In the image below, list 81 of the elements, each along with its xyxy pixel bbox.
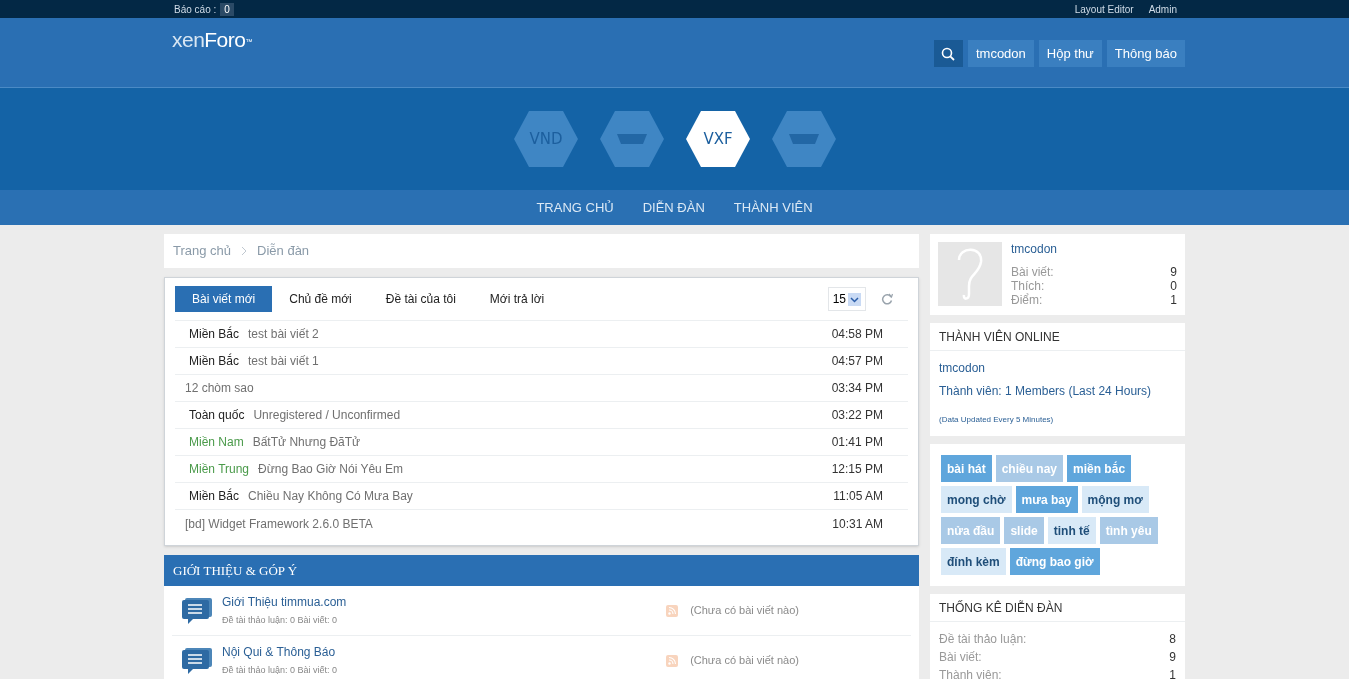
thread-title[interactable]: test bài viết 2 — [248, 325, 319, 343]
post-time: 01:41 PM — [831, 434, 883, 451]
search-button[interactable] — [933, 40, 963, 67]
breadcrumb-link[interactable]: Trang chủ — [173, 241, 232, 261]
nav-link[interactable]: THÀNH VIÊN — [733, 197, 813, 218]
post-time: 04:57 PM — [831, 353, 883, 370]
stat-value: 0 — [1170, 279, 1177, 293]
limit-select[interactable]: 15 — [827, 287, 866, 311]
tab[interactable]: Bài viết mới — [175, 286, 273, 312]
thread-prefix[interactable]: Miền Trung — [189, 460, 250, 478]
header-button[interactable]: Thông báo — [1106, 40, 1185, 67]
thread-prefix[interactable]: Toàn quốc — [189, 406, 245, 424]
nav-link[interactable]: TRANG CHỦ — [536, 197, 614, 218]
username-link[interactable]: tmcodon — [1011, 240, 1177, 258]
stat-label: Điểm: — [1011, 293, 1043, 307]
category-title[interactable]: GIỚI THIỆU & GÓP Ý — [164, 555, 919, 586]
last-post-text: (Chưa có bài viết nào) — [690, 603, 799, 619]
thread-title[interactable]: 12 chòm sao — [185, 379, 254, 397]
post-time: 12:15 PM — [831, 461, 883, 478]
nav-link[interactable]: DIỄN ĐÀN — [642, 197, 705, 218]
search-icon — [941, 46, 956, 61]
forum-stats: Đề tài thảo luận: 0 Bài viết: 0 — [222, 664, 338, 678]
update-note: (Data Updated Every 5 Minutes) — [939, 414, 1055, 426]
tag-link[interactable]: mong chờ — [941, 486, 1012, 513]
tab[interactable]: Chủ đề mới — [272, 286, 369, 312]
thread-prefix[interactable]: Miền Bắc — [189, 352, 240, 370]
thread-prefix[interactable]: Miền Bắc — [189, 325, 240, 343]
thread-title[interactable]: [bd] Widget Framework 2.6.0 BETA — [185, 514, 373, 533]
refresh-icon[interactable] — [881, 293, 893, 305]
thread-prefix[interactable]: Miền Bắc — [189, 487, 240, 505]
thread-title[interactable]: test bài viết 1 — [248, 352, 319, 370]
top-link[interactable]: Admin — [1148, 1, 1177, 17]
thread-title[interactable]: Unregistered / Unconfirmed — [253, 406, 401, 424]
forum-chat-icon — [182, 646, 212, 675]
rss-icon[interactable] — [666, 654, 679, 667]
question-mark-icon — [955, 246, 985, 302]
stat-label: Bài viết: — [939, 649, 982, 666]
header-button[interactable]: tmcodon — [967, 40, 1034, 67]
thread-title[interactable]: BấtTử Nhưng ĐãTử — [252, 433, 361, 451]
tag-link[interactable]: tinh tế — [1047, 517, 1096, 544]
card-heading: THỐNG KÊ DIỄN ĐÀN — [930, 594, 1185, 622]
card-heading: THÀNH VIÊN ONLINE — [930, 323, 1185, 351]
tag-link[interactable]: mộng mơ — [1081, 486, 1149, 513]
chevron-icon — [241, 246, 248, 256]
tab[interactable]: Mới trả lời — [472, 286, 562, 312]
post-time: 10:31 AM — [832, 515, 883, 533]
thread-prefix[interactable]: Miền Nam — [189, 433, 244, 451]
stat-value: 9 — [1170, 265, 1177, 279]
stat-value: 1 — [1170, 293, 1177, 307]
thread-title[interactable]: Chiều Nay Không Có Mưa Bay — [248, 487, 413, 505]
report-count: 0 — [220, 2, 234, 16]
tag-link[interactable]: đính kèm — [941, 548, 1006, 575]
online-summary: Thành viên: 1 Members (Last 24 Hours) — [939, 383, 1153, 400]
xenforo-logo[interactable]: xenForo$^{™}$ — [172, 29, 252, 50]
forum-title[interactable]: Nội Qui & Thông Báo — [222, 643, 338, 662]
top-link[interactable]: Layout Editor — [1074, 1, 1134, 17]
forum-stats: Đề tài thảo luận: 0 Bài viết: 0 — [222, 614, 339, 628]
forum-title[interactable]: Giới Thiệu timmua.com — [222, 593, 347, 612]
post-time: 11:05 AM — [833, 488, 883, 505]
site-logo-button[interactable]: VXF — [684, 110, 751, 168]
site-logo-button[interactable] — [598, 110, 665, 168]
report-label: Báo cáo : — [174, 2, 217, 17]
tab[interactable]: Đề tài của tôi — [368, 286, 473, 312]
rss-icon[interactable] — [666, 604, 679, 617]
post-time: 03:22 PM — [831, 407, 883, 424]
last-post-text: (Chưa có bài viết nào) — [690, 653, 799, 669]
stat-label: Đề tài thảo luận: — [939, 631, 1027, 648]
site-logo-button[interactable] — [770, 110, 837, 168]
breadcrumb-link[interactable]: Diễn đàn — [257, 241, 310, 261]
post-time: 04:58 PM — [831, 326, 883, 343]
post-time: 03:34 PM — [831, 380, 883, 397]
online-member-link[interactable]: tmcodon — [939, 359, 1176, 377]
stat-value: 9 — [1169, 649, 1176, 666]
stat-label: Bài viết: — [1011, 265, 1054, 279]
thread-title[interactable]: Đừng Bao Giờ Nói Yêu Em — [258, 460, 404, 478]
forum-chat-icon — [182, 596, 212, 625]
stat-label: Thành viên: — [939, 667, 1002, 679]
header-button[interactable]: Hộp thư — [1038, 40, 1102, 67]
stat-label: Thích: — [1011, 279, 1045, 293]
stat-value: 8 — [1169, 631, 1176, 648]
stat-value: 1 — [1169, 667, 1176, 679]
